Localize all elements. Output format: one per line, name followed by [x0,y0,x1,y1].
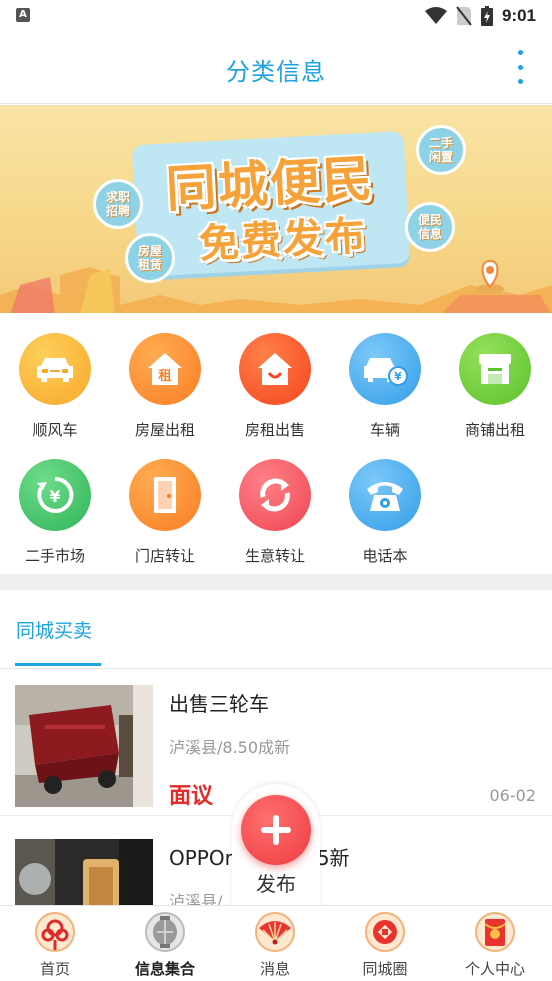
promo-banner[interactable]: 同城便民 免费发布 求职 招聘 房屋 租赁 二手 闲置 便民 信息 [0,105,552,313]
tab-local-trade[interactable]: 同城买卖 [16,616,92,643]
coin-icon [365,912,405,952]
category-house-rent[interactable]: 租 房屋出租 [110,315,220,439]
category-label: 电话本 [362,547,408,565]
bottom-nav: 首页 信息集合 消息 同城圈 个人中心 [0,905,552,981]
category-label: 二手市场 [24,547,85,565]
lantern-icon [145,912,185,952]
listing-meta: 泸溪县/8.50成新 [169,738,291,757]
transfer-icon [239,459,311,531]
banner-subheadline: 免费发布 [197,213,369,268]
publish-label[interactable]: 发布 [232,868,320,897]
house-rent-icon: 租 [129,333,201,405]
house-icon [239,333,311,405]
chinese-knot-icon [35,912,75,952]
nav-label: 信息集合 [134,960,195,978]
category-phonebook[interactable]: 电话本 [330,441,440,565]
nav-item-home[interactable]: 首页 [0,906,110,981]
category-label: 车辆 [369,421,400,439]
red-envelope-icon [475,912,515,952]
car-icon [19,333,91,405]
nav-label: 同城圈 [362,960,408,978]
location-pin-icon [476,259,504,294]
category-label: 生意转让 [244,547,305,565]
tab-active-indicator [15,663,101,666]
status-bar: A 9:01 [0,0,552,30]
category-shop-rent[interactable]: 商铺出租 [440,315,550,439]
section-divider [0,574,552,590]
fan-icon [255,912,295,952]
page-title: 分类信息 [226,58,326,86]
category-house-sale[interactable]: 房租出售 [220,315,330,439]
listing-date: 06-02 [489,786,537,805]
status-icons: 9:01 [424,6,536,26]
app-header: 分类信息 [0,30,552,104]
nav-item-profile[interactable]: 个人中心 [440,906,550,981]
tab-bar-divider [0,668,552,669]
no-sim-icon [456,6,472,26]
svg-text:¥: ¥ [394,370,402,383]
notification-icon: A [16,8,30,22]
nav-item-city-circle[interactable]: 同城圈 [330,906,440,981]
category-secondhand[interactable]: ¥ 二手市场 [0,441,110,565]
listing-title-end: 5新 [316,846,350,870]
nav-item-info[interactable]: 信息集合 [110,906,220,981]
category-label: 商铺出租 [464,421,525,439]
category-store-transfer[interactable]: 门店转让 [110,441,220,565]
nav-label: 消息 [259,960,290,978]
nav-label: 个人中心 [464,960,525,978]
banner-bubble-rental: 房屋 租赁 [125,233,175,283]
category-grid: 顺风车 租 房屋出租 房租出售 ¥ 车辆 商铺出租 ¥ 二手市场 门店转让 生意… [0,315,552,573]
category-rideshare[interactable]: 顺风车 [0,315,110,439]
battery-icon [480,6,493,26]
listing-title-start: OPPOr [169,846,233,870]
listing-thumbnail [15,685,153,807]
plus-icon [261,815,291,845]
category-label: 门店转让 [134,547,195,565]
wifi-icon [424,7,447,24]
nav-item-messages[interactable]: 消息 [220,906,330,981]
shop-icon [459,333,531,405]
category-label: 房屋出租 [134,421,195,439]
listing-price: 面议 [169,784,214,809]
more-menu-icon[interactable] [516,50,524,84]
car-yuan-icon: ¥ [349,333,421,405]
banner-bubble-info: 便民 信息 [405,202,455,252]
category-label: 顺风车 [32,421,78,439]
banner-bubble-jobs: 求职 招聘 [93,179,143,229]
publish-button[interactable] [241,795,311,865]
recycle-yuan-icon: ¥ [19,459,91,531]
banner-bubble-secondhand: 二手 闲置 [416,125,466,175]
svg-text:¥: ¥ [49,487,60,506]
category-business-transfer[interactable]: 生意转让 [220,441,330,565]
status-time: 9:01 [501,6,536,25]
phone-icon [349,459,421,531]
category-label: 房租出售 [244,421,305,439]
nav-label: 首页 [39,960,70,978]
listing-title: 出售三轮车 [169,692,269,716]
category-vehicles[interactable]: ¥ 车辆 [330,315,440,439]
door-icon [129,459,201,531]
svg-text:租: 租 [158,369,171,384]
